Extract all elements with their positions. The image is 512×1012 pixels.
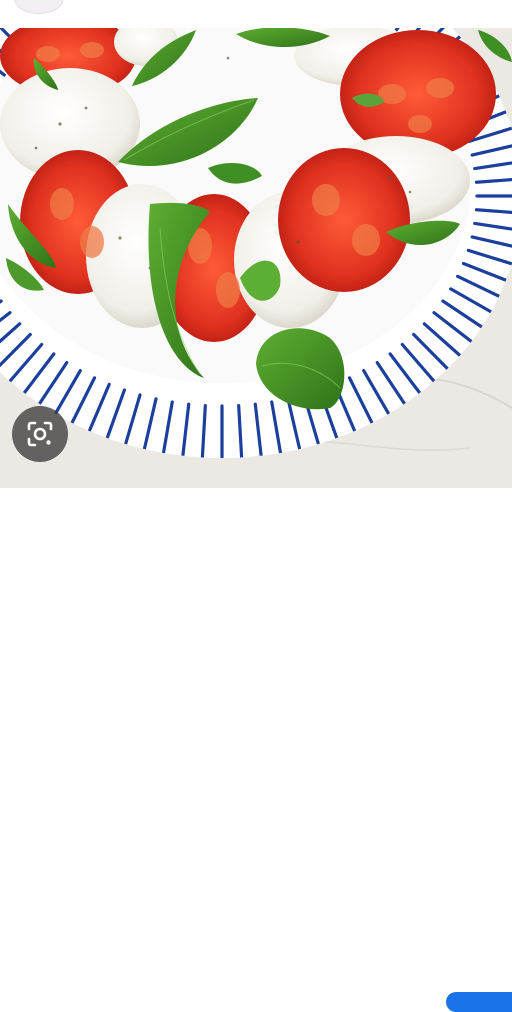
bottom-strip bbox=[0, 488, 512, 1012]
lens-search-button[interactable] bbox=[12, 406, 68, 462]
visit-button[interactable] bbox=[446, 992, 512, 1012]
caprese-salad-photo bbox=[0, 28, 512, 488]
top-bar bbox=[0, 0, 512, 28]
tomato-slice bbox=[278, 148, 410, 292]
avatar[interactable] bbox=[14, 0, 64, 14]
caprese-salad-image bbox=[0, 28, 512, 488]
lens-search-icon bbox=[27, 421, 53, 447]
caption-text bbox=[18, 980, 418, 1000]
